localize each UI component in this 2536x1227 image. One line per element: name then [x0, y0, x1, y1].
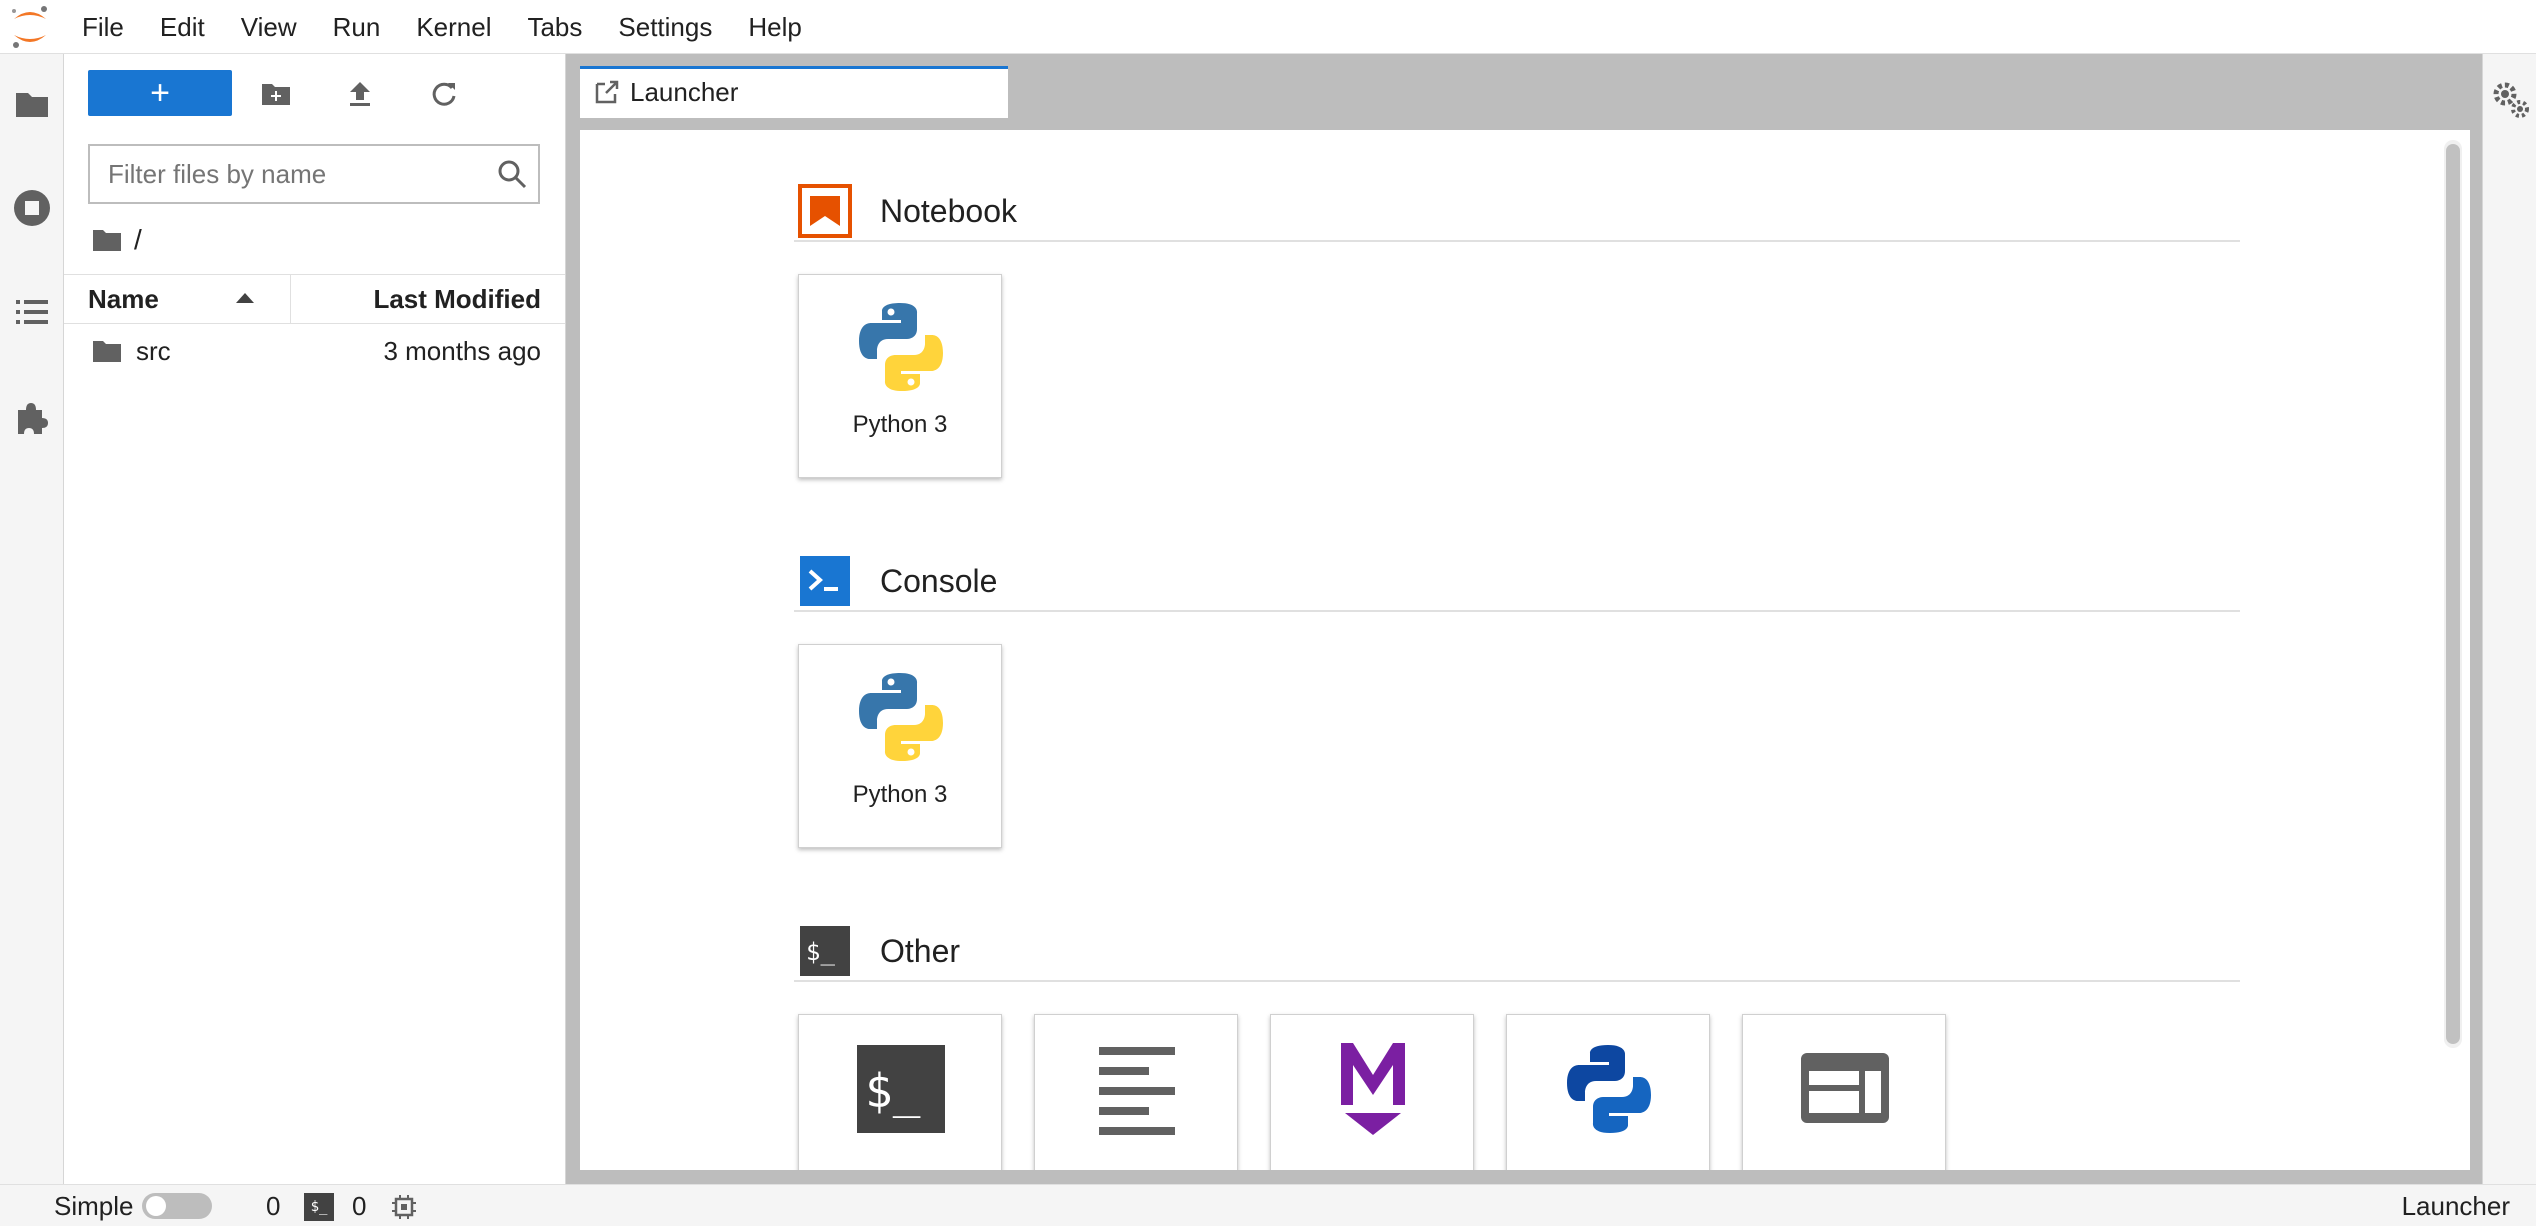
main-dock-area: Launcher Notebook Python 3 Console Pytho…	[566, 54, 2482, 1184]
contextual-help-icon	[1801, 1053, 1889, 1123]
extension-icon	[18, 403, 48, 434]
new-folder-icon	[262, 84, 290, 105]
column-divider[interactable]	[290, 275, 291, 323]
card-label: Python 3	[852, 781, 948, 808]
simple-mode-toggle[interactable]	[142, 1193, 212, 1219]
running-icon	[14, 190, 50, 226]
console-icon	[800, 556, 850, 606]
launcher-card-notebook-python3[interactable]: Python 3	[798, 274, 1002, 478]
column-last-modified[interactable]: Last Modified	[373, 275, 541, 323]
menu-bar: File Edit View Run Kernel Tabs Settings …	[0, 0, 2536, 54]
menu-run[interactable]: Run	[315, 0, 399, 54]
jupyter-logo-icon[interactable]	[8, 3, 52, 51]
new-folder-button[interactable]	[254, 72, 298, 116]
menu-tabs[interactable]: Tabs	[509, 0, 600, 54]
file-browser-panel: + / Name Last Modified	[64, 54, 566, 1184]
section-other: $_ Other	[794, 920, 2240, 982]
python-logo-icon	[859, 673, 943, 761]
file-filter	[88, 144, 540, 204]
file-name: src	[136, 336, 171, 366]
launcher-panel: Notebook Python 3 Console Python 3 $_ Ot…	[580, 130, 2470, 1170]
python-file-icon	[1567, 1045, 1651, 1133]
left-activity-bar	[0, 54, 64, 1184]
launcher-card-terminal[interactable]: $_	[798, 1014, 1002, 1170]
tab-bar: Launcher	[566, 54, 2482, 118]
refresh-button[interactable]	[422, 72, 466, 116]
launcher-scrollbar[interactable]	[2444, 140, 2462, 1048]
toggle-knob	[146, 1196, 166, 1216]
launcher-card-markdown[interactable]	[1270, 1014, 1474, 1170]
table-of-contents-tab[interactable]	[8, 288, 56, 336]
simple-mode-label: Simple	[54, 1191, 134, 1221]
tab-label: Launcher	[630, 77, 739, 107]
status-bar: Simple 0 $_ 0 Launcher	[0, 1184, 2536, 1226]
menu-settings[interactable]: Settings	[600, 0, 730, 54]
search-icon	[498, 160, 527, 189]
breadcrumb-root[interactable]: /	[134, 224, 142, 256]
home-folder-icon[interactable]	[92, 227, 122, 253]
active-tab-label: Launcher	[2401, 1191, 2510, 1221]
launcher-card-console-python3[interactable]: Python 3	[798, 644, 1002, 848]
breadcrumb: /	[92, 220, 142, 260]
python-logo-icon	[859, 303, 943, 391]
upload-icon	[350, 82, 370, 106]
launcher-card-text-file[interactable]	[1034, 1014, 1238, 1170]
terminal-section-icon: $_	[800, 926, 850, 976]
running-sessions-tab[interactable]	[8, 184, 56, 232]
terminal-icon: $_	[857, 1045, 945, 1133]
sort-ascending-icon	[236, 293, 254, 303]
file-row-src[interactable]: src 3 months ago	[64, 326, 565, 376]
column-name[interactable]: Name	[88, 275, 159, 323]
card-label: Python 3	[852, 411, 948, 438]
file-list-header: Name Last Modified	[64, 274, 565, 324]
scrollbar-thumb[interactable]	[2446, 144, 2460, 1044]
folder-icon	[93, 341, 121, 362]
folder-icon	[16, 93, 48, 117]
upload-button[interactable]	[338, 72, 382, 116]
text-file-icon	[1099, 1047, 1175, 1135]
tab-launcher[interactable]: Launcher	[580, 66, 1008, 118]
section-title: Console	[880, 563, 998, 599]
menu-edit[interactable]: Edit	[142, 0, 223, 54]
menu-help[interactable]: Help	[730, 0, 819, 54]
file-filter-input[interactable]	[108, 146, 488, 202]
toc-icon	[16, 300, 48, 324]
extension-manager-tab[interactable]	[8, 394, 56, 442]
section-title: Notebook	[880, 193, 1017, 229]
property-inspector-tab[interactable]	[2489, 78, 2533, 122]
terminals-count[interactable]: 0	[266, 1185, 280, 1227]
menu-view[interactable]: View	[223, 0, 315, 54]
launcher-card-python-file[interactable]	[1506, 1014, 1710, 1170]
section-console: Console	[794, 550, 2240, 612]
launch-icon	[595, 80, 619, 104]
file-browser-tab[interactable]	[8, 80, 56, 128]
gears-icon	[2493, 82, 2529, 118]
section-notebook: Notebook	[794, 180, 2240, 242]
terminal-status-icon[interactable]: $_	[304, 1193, 334, 1221]
kernel-icon[interactable]	[390, 1193, 418, 1221]
new-launcher-button[interactable]: +	[88, 70, 232, 116]
svg-text:$_: $_	[865, 1064, 921, 1118]
menu-kernel[interactable]: Kernel	[398, 0, 509, 54]
menu-file[interactable]: File	[64, 0, 142, 54]
markdown-icon	[1341, 1043, 1405, 1135]
right-activity-bar	[2482, 54, 2536, 1184]
refresh-icon	[432, 82, 456, 106]
launcher-card-contextual-help[interactable]	[1742, 1014, 1946, 1170]
notebook-icon	[798, 184, 852, 238]
section-title: Other	[880, 933, 961, 969]
file-modified: 3 months ago	[383, 336, 541, 366]
kernels-count[interactable]: 0	[352, 1185, 366, 1227]
svg-text:$_: $_	[806, 938, 835, 966]
